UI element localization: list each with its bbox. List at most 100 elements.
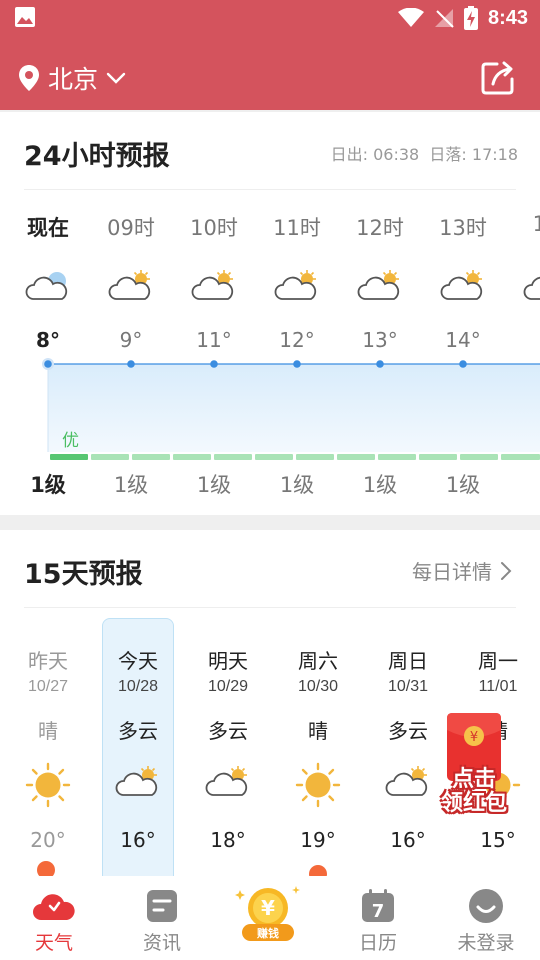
- hourly-title: 24小时预报: [24, 141, 170, 172]
- hour-temp: 11°: [196, 328, 232, 352]
- aqi-bar: [419, 454, 457, 460]
- partly-cloudy-icon: [108, 270, 151, 300]
- red-packet-promo[interactable]: ¥ 点击 领红包: [434, 712, 514, 820]
- hour-temp: 1: [505, 328, 540, 352]
- hour-time: 11时: [273, 216, 321, 240]
- day-date: 10/27: [27, 678, 69, 695]
- nav-profile-label: 未登录: [457, 932, 515, 954]
- nav-news[interactable]: 资讯: [108, 876, 216, 960]
- nav-weather[interactable]: 天气: [0, 876, 108, 960]
- status-icons: 8:43: [397, 4, 528, 32]
- sunset-time: 日落: 17:18: [429, 145, 518, 164]
- day-condition: 多云: [208, 719, 248, 743]
- aqi-bar: [50, 454, 88, 460]
- day-high-temp: 15°: [480, 828, 516, 852]
- hour-time: 现在: [27, 216, 69, 240]
- app-header: 8:43 北京: [0, 0, 540, 110]
- partly-cloudy-icon: [115, 766, 158, 796]
- temperature-point: [376, 360, 384, 368]
- aqi-bar: [337, 454, 375, 460]
- sun-times: 日出: 06:38 日落: 17:18: [331, 141, 518, 165]
- gallery-notification-icon: [15, 7, 35, 27]
- day-high-temp: 16°: [120, 828, 156, 852]
- day-name: 周日: [388, 649, 428, 673]
- chevron-down-icon: [106, 72, 126, 84]
- hourly-forecast-card: 24小时预报 日出: 06:38 日落: 17:18 现在 09时 10时 11…: [0, 112, 540, 515]
- aqi-bar: [214, 454, 252, 460]
- temperature-point: [459, 360, 467, 368]
- daily-forecast-card: 15天预报 每日详情 昨天 今天 明天 周六 周日 周一 10/27 10/28…: [0, 530, 540, 876]
- divider: [24, 189, 516, 190]
- partly-cloudy-icon: [440, 270, 483, 300]
- partly-cloudy-icon: [205, 766, 248, 796]
- aqi-bar: [173, 454, 211, 460]
- hour-aqi-level: 1级: [445, 473, 481, 497]
- promo-text-line2: 领红包: [440, 791, 507, 816]
- cloudy-icon: [25, 272, 68, 300]
- nav-earn-label: 赚钱: [256, 926, 279, 940]
- hour-aqi-level: 1级: [279, 473, 315, 497]
- daily-trend-dots: [37, 861, 327, 876]
- calendar-day-number: 7: [372, 901, 385, 922]
- hour-aqi-level: 1级: [196, 473, 232, 497]
- daily-details-link[interactable]: 每日详情: [412, 556, 512, 585]
- hour-aqi-level: 1级: [113, 473, 149, 497]
- status-time: 8:43: [487, 6, 528, 29]
- aqi-bar: [460, 454, 498, 460]
- day-high-temp: 18°: [210, 828, 246, 852]
- city-name: 北京: [48, 65, 99, 94]
- hour-aqi-level: 1级: [362, 473, 398, 497]
- city-selector[interactable]: 北京: [18, 60, 126, 96]
- partly-cloudy-icon: [357, 270, 400, 300]
- day-high-temp: 19°: [300, 828, 336, 852]
- hour-temp: 9°: [119, 328, 143, 352]
- nav-news-label: 资讯: [142, 932, 181, 954]
- hour-time: 12时: [356, 216, 404, 240]
- coin-symbol: ¥: [261, 896, 275, 920]
- day-date: 10/31: [387, 678, 429, 695]
- day-condition: 晴: [38, 719, 58, 743]
- hour-time: 14: [532, 212, 540, 236]
- hour-temp: 8°: [36, 328, 60, 352]
- day-date: 11/01: [478, 678, 518, 695]
- nav-profile[interactable]: 未登录: [432, 876, 540, 960]
- day-name: 周六: [298, 649, 338, 673]
- aqi-bar: [501, 454, 540, 460]
- daily-title: 15天预报: [24, 559, 143, 590]
- hour-time: 09时: [107, 216, 155, 240]
- nav-weather-label: 天气: [34, 932, 73, 954]
- share-icon[interactable]: [480, 60, 516, 96]
- gold-coin-icon: ¥ 赚钱: [235, 886, 300, 941]
- day-name: 周一: [478, 649, 518, 673]
- sun-icon: [295, 762, 341, 808]
- temperature-area-fill: [48, 364, 540, 452]
- calendar-icon: 7: [362, 889, 394, 922]
- partly-cloudy-icon: [385, 766, 428, 796]
- nav-earn[interactable]: ¥ 赚钱: [214, 874, 322, 958]
- promo-text-line1: 点击: [451, 767, 496, 792]
- aqi-bar: [132, 454, 170, 460]
- news-icon: [147, 890, 177, 922]
- aqi-bar: [296, 454, 334, 460]
- hour-time: 13时: [439, 216, 487, 240]
- temperature-point: [210, 360, 218, 368]
- temperature-point: [127, 360, 135, 368]
- nav-calendar[interactable]: 7 日历: [324, 876, 432, 960]
- envelope-coin-symbol: ¥: [470, 730, 478, 745]
- hour-time: 10时: [190, 216, 238, 240]
- aqi-bar: [255, 454, 293, 460]
- divider: [24, 607, 516, 608]
- wifi-icon: [397, 8, 424, 27]
- no-signal-icon: [434, 9, 454, 28]
- day-condition: 多云: [118, 719, 158, 743]
- hour-temp: 14°: [445, 328, 481, 352]
- hour-temp: 12°: [279, 328, 315, 352]
- partly-cloudy-icon: [274, 270, 317, 300]
- day-name: 昨天: [28, 649, 68, 673]
- trend-dot: [37, 861, 55, 876]
- day-high-temp: 16°: [390, 828, 426, 852]
- smiley-avatar-icon: [469, 889, 503, 923]
- promo-text: 点击 领红包: [434, 768, 514, 816]
- partly-cloudy-icon: [191, 270, 234, 300]
- aqi-bar: [91, 454, 129, 460]
